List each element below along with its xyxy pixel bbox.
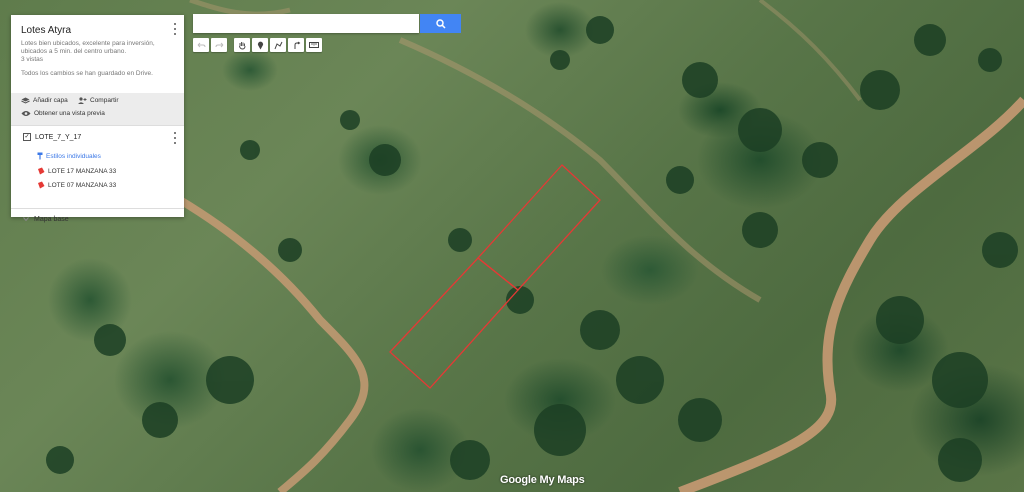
redo-icon [215, 42, 223, 47]
individual-styles-label: Estilos individuales [46, 152, 101, 160]
chevron-down-icon [23, 217, 29, 221]
feature-item[interactable]: LOTE 17 MANZANA 33 [37, 167, 116, 175]
polygon-icon [38, 181, 45, 189]
lot-polygon-17[interactable] [477, 164, 601, 291]
basemap-label: Mapa base [34, 215, 69, 223]
layer-item: ✓ LOTE_7_Y_17 Estilos individuales LOTE … [11, 125, 184, 209]
individual-styles-link[interactable]: Estilos individuales [37, 152, 101, 160]
basemap-toggle[interactable]: Mapa base [11, 209, 184, 229]
hand-icon [238, 41, 245, 49]
map-actions: Añadir capa Compartir Obtener una vista … [11, 93, 184, 125]
google-my-maps-logo: Google My Maps [500, 474, 585, 486]
dirt-track-right [758, 0, 862, 102]
polygon-icon [38, 167, 45, 175]
undo-icon [197, 42, 205, 47]
draw-line-icon [274, 41, 282, 49]
directions-button[interactable] [288, 38, 304, 52]
map-info: Lotes Atyra Lotes bien ubicados, excelen… [11, 15, 184, 93]
paint-roller-icon [37, 152, 43, 160]
share-label: Compartir [90, 97, 119, 104]
eye-icon [21, 111, 31, 116]
marker-icon [257, 41, 263, 49]
layer-header[interactable]: ✓ LOTE_7_Y_17 [23, 133, 81, 141]
add-layer-label: Añadir capa [33, 97, 68, 104]
dirt-road-right [678, 96, 1024, 492]
map-options-icon[interactable] [172, 23, 178, 35]
directions-icon [294, 41, 300, 49]
layer-options-icon[interactable] [172, 132, 178, 144]
draw-line-button[interactable] [270, 38, 286, 52]
map-views: 3 vistas [21, 56, 44, 63]
map-title[interactable]: Lotes Atyra [21, 25, 174, 36]
ruler-icon [309, 42, 319, 48]
redo-button[interactable] [211, 38, 227, 52]
dirt-road-left [177, 196, 369, 492]
share-button[interactable]: Compartir [77, 97, 119, 104]
search-icon [435, 18, 446, 29]
layer-name[interactable]: LOTE_7_Y_17 [35, 134, 81, 141]
save-status: Todos los cambios se han guardado en Dri… [21, 70, 153, 77]
search-button[interactable] [420, 14, 461, 33]
feature-item[interactable]: LOTE 07 MANZANA 33 [37, 181, 116, 189]
map-toolbar [193, 38, 322, 52]
dirt-track-top [189, 0, 291, 17]
feature-label: LOTE 17 MANZANA 33 [48, 167, 117, 175]
lot-polygon-07[interactable] [389, 257, 519, 389]
layers-icon [21, 97, 30, 104]
add-layer-button[interactable]: Añadir capa [21, 97, 68, 104]
add-person-icon [78, 97, 87, 104]
map-description[interactable]: Lotes bien ubicados, excelente para inve… [21, 40, 171, 56]
preview-label: Obtener una vista previa [34, 110, 105, 117]
measure-button[interactable] [306, 38, 322, 52]
feature-label: LOTE 07 MANZANA 33 [48, 181, 117, 189]
tree-clusters [46, 16, 1018, 482]
map-legend-panel: Lotes Atyra Lotes bien ubicados, excelen… [11, 15, 184, 223]
layer-checkbox[interactable]: ✓ [23, 133, 31, 141]
search-input[interactable] [193, 14, 419, 33]
add-marker-button[interactable] [252, 38, 268, 52]
undo-button[interactable] [193, 38, 209, 52]
hand-tool-button[interactable] [234, 38, 250, 52]
preview-button[interactable]: Obtener una vista previa [21, 110, 105, 117]
